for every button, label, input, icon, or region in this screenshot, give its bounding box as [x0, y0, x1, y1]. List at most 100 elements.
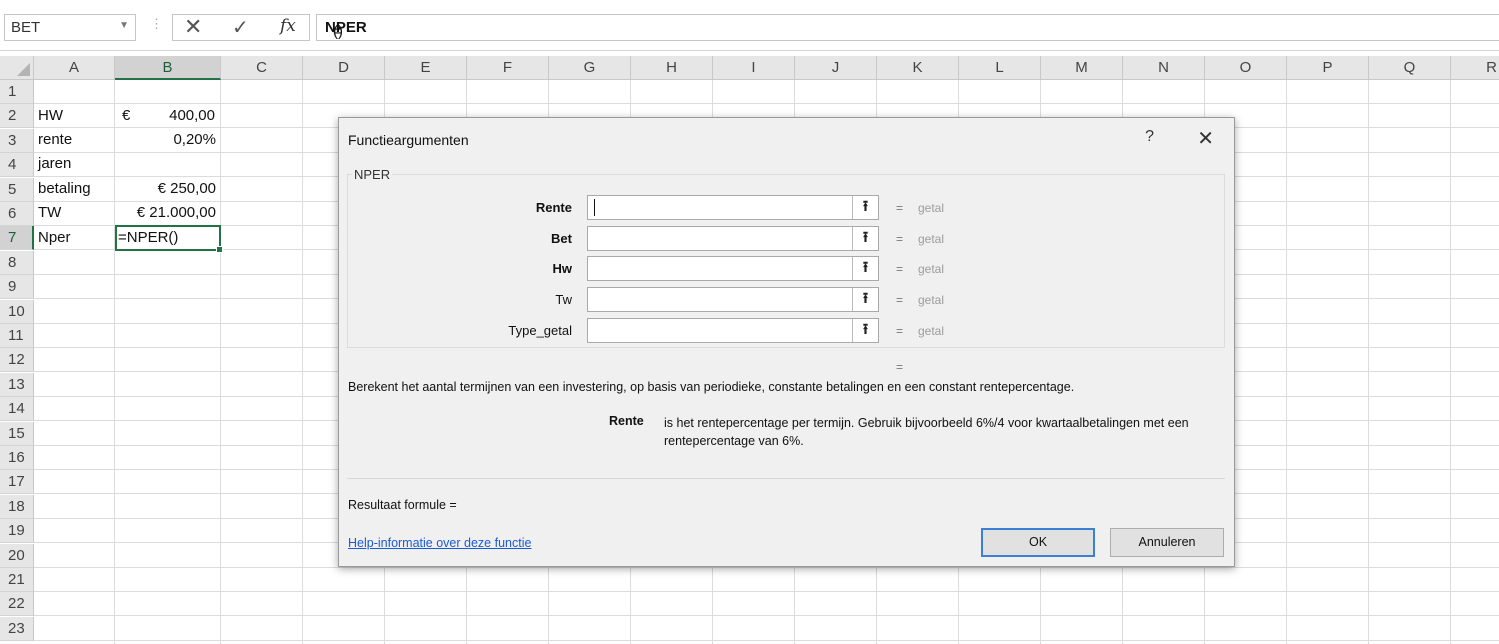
row-header-6[interactable]: 6: [0, 202, 34, 226]
help-icon[interactable]: ?: [1145, 128, 1154, 146]
column-header-b[interactable]: B: [115, 56, 221, 80]
column-header-g[interactable]: G: [549, 56, 631, 80]
gridline: [1368, 80, 1369, 644]
chevron-down-icon[interactable]: ▼: [119, 20, 129, 31]
row-header-4[interactable]: 4: [0, 153, 34, 178]
row-header-10[interactable]: 10: [0, 299, 34, 324]
cell-A7[interactable]: Nper: [38, 226, 71, 250]
gridline: [34, 103, 1499, 104]
arg-input-rente[interactable]: ⭱: [587, 195, 879, 220]
column-header-l[interactable]: L: [959, 56, 1041, 80]
column-header-q[interactable]: Q: [1369, 56, 1451, 80]
row-header-3[interactable]: 3: [0, 128, 34, 153]
cell-A6[interactable]: TW: [38, 201, 61, 225]
gridline: [34, 639, 1499, 641]
column-header-a[interactable]: A: [34, 56, 115, 80]
row-header-19[interactable]: 19: [0, 519, 34, 544]
column-header-o[interactable]: O: [1205, 56, 1287, 80]
collapse-dialog-icon[interactable]: ⭱: [852, 288, 878, 311]
cell-B5[interactable]: € 250,00: [115, 177, 216, 201]
cell-A3[interactable]: rente: [38, 128, 72, 152]
confirm-entry-icon[interactable]: ✓: [232, 15, 249, 40]
arg-result-bet: getal: [918, 232, 945, 246]
cell-B3[interactable]: 0,20%: [115, 128, 216, 152]
arg-result-rente: getal: [918, 201, 945, 215]
formula-bar: BET ▼ ⋮ ✕ ✓ fx = NPER(): [0, 0, 1499, 51]
column-header-i[interactable]: I: [713, 56, 795, 80]
row-header-2[interactable]: 2: [0, 104, 34, 129]
column-header-m[interactable]: M: [1041, 56, 1123, 80]
gridline: [302, 80, 303, 644]
row-header-8[interactable]: 8: [0, 250, 34, 275]
arguments-group: NPER Rente ⭱ = getal Bet ⭱ = getal Hw ⭱ …: [347, 167, 1225, 348]
collapse-dialog-icon[interactable]: ⭱: [852, 257, 878, 280]
arg-result-hw: getal: [918, 262, 945, 276]
arg-equals: =: [896, 262, 904, 276]
cancel-entry-icon[interactable]: ✕: [184, 14, 202, 40]
row-header-7[interactable]: 7: [0, 226, 34, 251]
insert-function-icon[interactable]: fx: [280, 16, 296, 36]
row-header-11[interactable]: 11: [0, 324, 34, 348]
arg-result-tw: getal: [918, 293, 945, 307]
column-header-k[interactable]: K: [877, 56, 959, 80]
gridline: [220, 80, 221, 644]
cell-B2[interactable]: 400,00: [115, 104, 215, 128]
drag-handle-icon[interactable]: ⋮: [150, 16, 163, 32]
ok-button[interactable]: OK: [981, 528, 1095, 557]
cell-A2[interactable]: HW: [38, 104, 63, 128]
row-header-21[interactable]: 21: [0, 568, 34, 592]
row-header-12[interactable]: 12: [0, 348, 34, 373]
column-header-c[interactable]: C: [221, 56, 303, 80]
arg-label-hw: Hw: [552, 261, 573, 276]
arg-input-bet[interactable]: ⭱: [587, 226, 879, 251]
close-icon[interactable]: ✕: [1197, 126, 1214, 151]
column-header-r[interactable]: R: [1451, 56, 1499, 80]
name-box-value: BET: [11, 19, 41, 36]
row-header-16[interactable]: 16: [0, 446, 34, 470]
row-header-20[interactable]: 20: [0, 543, 34, 568]
collapse-dialog-icon[interactable]: ⭱: [852, 319, 878, 342]
text-cursor: [594, 199, 595, 216]
column-header-h[interactable]: H: [631, 56, 713, 80]
cell-A5[interactable]: betaling: [38, 177, 91, 201]
gridline: [1286, 80, 1287, 644]
arg-input-hw[interactable]: ⭱: [587, 256, 879, 281]
formula-text: = NPER(): [325, 19, 367, 40]
help-link[interactable]: Help-informatie over deze functie: [348, 536, 531, 550]
column-header-n[interactable]: N: [1123, 56, 1205, 80]
collapse-dialog-icon[interactable]: ⭱: [852, 196, 878, 219]
row-header-22[interactable]: 22: [0, 592, 34, 617]
row-header-15[interactable]: 15: [0, 421, 34, 446]
gridline: [1450, 80, 1451, 644]
row-header-23[interactable]: 23: [0, 616, 34, 641]
column-header-j[interactable]: J: [795, 56, 877, 80]
cancel-button[interactable]: Annuleren: [1110, 528, 1224, 557]
cell-B7[interactable]: =NPER(): [118, 226, 178, 250]
arg-label-type-getal: Type_getal: [508, 323, 572, 338]
row-header-14[interactable]: 14: [0, 397, 34, 422]
arg-input-type-getal[interactable]: ⭱: [587, 318, 879, 343]
row-header-9[interactable]: 9: [0, 275, 34, 300]
row-header-1[interactable]: 1: [0, 80, 34, 104]
column-header-e[interactable]: E: [385, 56, 467, 80]
arg-equals: =: [896, 201, 904, 215]
gridline: [34, 591, 1499, 592]
column-header-d[interactable]: D: [303, 56, 385, 80]
name-box[interactable]: BET ▼: [4, 14, 136, 41]
collapse-dialog-icon[interactable]: ⭱: [852, 227, 878, 250]
column-header-f[interactable]: F: [467, 56, 549, 80]
row-header-17[interactable]: 17: [0, 470, 34, 495]
row-header-18[interactable]: 18: [0, 494, 34, 519]
row-header-13[interactable]: 13: [0, 372, 34, 397]
row-header-5[interactable]: 5: [0, 177, 34, 202]
function-arguments-dialog: Functieargumenten ? ✕ NPER Rente ⭱ = get…: [338, 117, 1235, 567]
arg-label-rente: Rente: [535, 200, 572, 215]
select-all-button[interactable]: [0, 56, 34, 80]
cell-A4[interactable]: jaren: [38, 152, 71, 176]
column-header-p[interactable]: P: [1287, 56, 1369, 80]
arg-label-tw: Tw: [555, 292, 572, 307]
cell-B6[interactable]: € 21.000,00: [115, 201, 216, 225]
dialog-title: Functieargumenten: [348, 132, 469, 148]
formula-input[interactable]: = NPER(): [316, 14, 1499, 41]
arg-input-tw[interactable]: ⭱: [587, 287, 879, 312]
